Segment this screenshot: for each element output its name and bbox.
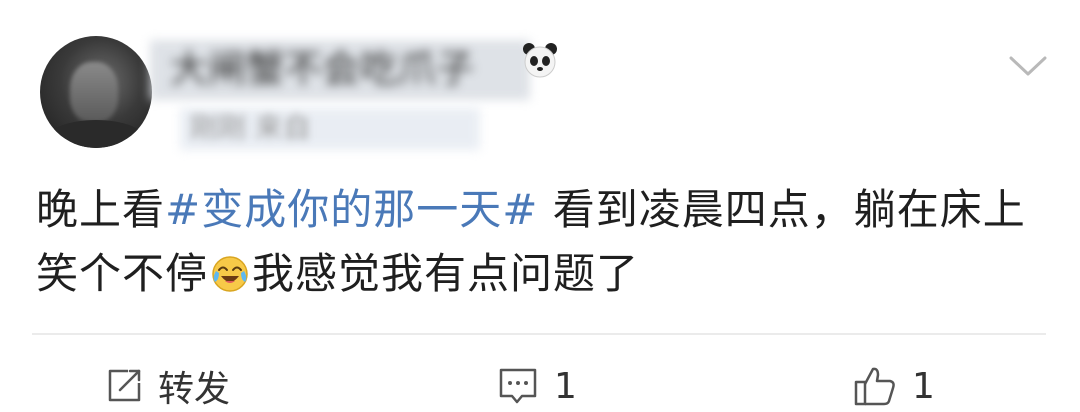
post-text-after: 我感觉我有点问题了 — [252, 249, 640, 298]
repost-label: 转发 — [158, 369, 231, 410]
panda-icon — [523, 43, 557, 78]
hashtag-link[interactable]: #变成你的那一天# — [165, 185, 538, 234]
avatar-face — [70, 62, 118, 122]
comment-icon — [499, 368, 537, 404]
comment-button[interactable]: 1 — [496, 360, 577, 412]
repost-button[interactable]: 转发 — [104, 360, 230, 412]
laugh-cry-emoji-icon — [212, 256, 248, 292]
username[interactable]: 大闸蟹不会吃爪子 — [170, 44, 474, 94]
post-meta-text: 刚刚 来自 — [190, 111, 311, 144]
comment-count: 1 — [554, 365, 577, 407]
chevron-down-icon[interactable] — [1008, 52, 1048, 80]
like-count: 1 — [912, 365, 935, 407]
divider — [32, 333, 1046, 335]
avatar[interactable] — [40, 36, 152, 148]
username-text: 大闸蟹不会吃爪子 — [170, 47, 475, 91]
thumbs-up-icon — [854, 367, 895, 406]
post-text-before: 晚上看 — [36, 185, 166, 234]
avatar-shoulders — [46, 120, 146, 148]
like-button[interactable]: 1 — [852, 360, 935, 412]
post-content: 晚上看#变成你的那一天# 看到凌晨四点，躺在床上笑个不停 我感觉我有点问题了 — [36, 178, 1046, 306]
post-meta: 刚刚 来自 — [190, 108, 311, 148]
repost-icon — [108, 369, 141, 402]
weibo-post-card: 大闸蟹不会吃爪子 刚刚 来自 晚上看#变成你的那一天# 看到凌晨四点，躺在床上笑… — [0, 0, 1080, 412]
